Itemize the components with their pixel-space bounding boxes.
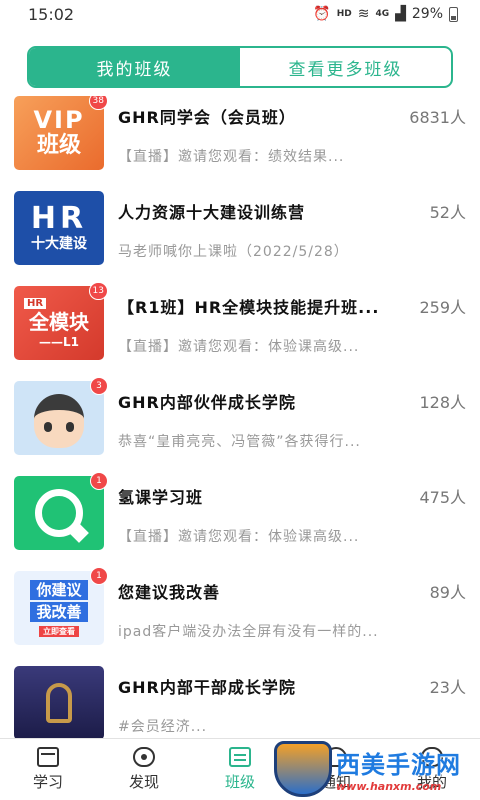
unread-badge: 3 [90, 377, 108, 395]
tab-classes[interactable]: 班级 [192, 739, 288, 800]
hd-icon: HD [336, 9, 352, 19]
thumb-text: 全模块 [29, 309, 89, 334]
list-item[interactable]: 你建议 我改善 立即查看 1 您建议我改善 89人 ipad客户端没办法全屏有没… [0, 567, 480, 666]
tab-label: 通知 [320, 773, 351, 791]
member-count: 475人 [419, 488, 466, 507]
list-item[interactable]: HR 十大建设 人力资源十大建设训练营 52人 马老师喊你上课啦（2022/5/… [0, 191, 480, 286]
class-title: GHR内部干部成长学院 [118, 678, 296, 697]
unread-badge: 13 [88, 282, 108, 300]
thumb-text: 立即查看 [39, 626, 79, 637]
thumb-text: 我改善 [30, 602, 88, 622]
list-item[interactable]: 1 氢课学习班 475人 【直播】邀请您观看：体验课高级... [0, 472, 480, 571]
class-title: GHR同学会（会员班） [118, 108, 296, 127]
tab-label: 发现 [128, 773, 159, 791]
class-thumbnail: 1 [14, 472, 108, 550]
compass-icon [133, 747, 155, 767]
list-item[interactable]: VIP 班级 38 GHR同学会（会员班） 6831人 【直播】邀请您观看：绩效… [0, 96, 480, 191]
thumb-text: 班级 [36, 133, 81, 158]
tab-discover[interactable]: 发现 [96, 739, 192, 800]
tab-more-classes[interactable]: 查看更多班级 [240, 48, 451, 86]
unread-badge: 1 [90, 567, 108, 585]
member-count: 128人 [419, 393, 466, 412]
class-thumbnail: VIP 班级 38 [14, 96, 108, 170]
class-list: VIP 班级 38 GHR同学会（会员班） 6831人 【直播】邀请您观看：绩效… [0, 96, 480, 738]
tab-learn[interactable]: 学习 [0, 739, 96, 800]
tab-mine[interactable]: 我的 [384, 739, 480, 800]
chat-bubble-icon [35, 489, 83, 537]
class-thumbnail: 3 [14, 377, 108, 455]
class-title: GHR内部伙伴成长学院 [118, 393, 296, 412]
unread-badge: 38 [88, 96, 108, 110]
tab-my-classes[interactable]: 我的班级 [29, 48, 240, 86]
latest-message: 【直播】邀请您观看：体验课高级... [118, 529, 360, 545]
latest-message: 【直播】邀请您观看：体验课高级... [118, 339, 360, 355]
class-thumbnail: 你建议 我改善 立即查看 1 [14, 567, 108, 645]
bottom-tab-bar: 学习 发现 班级 通知 我的 [0, 738, 480, 800]
thumb-text: HR [30, 201, 88, 236]
battery-percent: 29% [411, 6, 443, 22]
tab-label: 我的 [416, 773, 447, 791]
class-segment-control: 我的班级 查看更多班级 [27, 46, 453, 88]
list-item[interactable]: 3 GHR内部伙伴成长学院 128人 恭喜“皇甫亮亮、冯管薇”各获得行... [0, 377, 480, 476]
latest-message: 【直播】邀请您观看：绩效结果... [118, 149, 345, 165]
cartoon-avatar-icon [34, 394, 84, 448]
alarm-icon: ⏰ [313, 6, 331, 22]
member-count: 23人 [429, 678, 466, 697]
trophy-icon [46, 683, 72, 723]
unread-badge: 1 [90, 472, 108, 490]
class-thumbnail: HR 十大建设 [14, 191, 104, 265]
latest-message: ipad客户端没办法全屏有没有一样的... [118, 624, 379, 640]
wifi-icon: ≋ [357, 6, 370, 22]
status-time: 15:02 [28, 4, 75, 24]
member-count: 52人 [429, 203, 466, 222]
thumb-text: VIP [33, 106, 85, 134]
network-label: 4G [375, 9, 390, 19]
class-thumbnail [14, 666, 104, 738]
thumb-text: ——L1 [39, 334, 79, 349]
member-count: 259人 [419, 298, 466, 317]
status-icons: ⏰ HD ≋ 4G ▟ 29% [313, 6, 458, 22]
list-item[interactable]: HR 全模块 ——L1 13 【R1班】HR全模块技能提升班... 259人 【… [0, 282, 480, 381]
tab-notify[interactable]: 通知 [288, 739, 384, 800]
member-count: 89人 [429, 583, 466, 602]
latest-message: #会员经济... [118, 719, 208, 735]
class-title: 氢课学习班 [118, 488, 204, 507]
thumb-text: 十大建设 [31, 236, 87, 252]
class-icon [229, 747, 251, 767]
member-count: 6831人 [409, 108, 466, 127]
class-title: 【R1班】HR全模块技能提升班... [118, 298, 380, 317]
class-title: 您建议我改善 [118, 583, 221, 602]
thumb-text: 你建议 [30, 580, 88, 600]
signal-icon: ▟ [395, 6, 406, 22]
latest-message: 马老师喊你上课啦（2022/5/28） [118, 244, 349, 260]
tab-label: 班级 [224, 773, 255, 791]
tab-label: 学习 [32, 773, 63, 791]
list-item[interactable]: GHR内部干部成长学院 23人 #会员经济... [0, 666, 480, 738]
book-icon [37, 747, 59, 767]
class-thumbnail: HR 全模块 ——L1 13 [14, 282, 108, 360]
thumb-text: HR [24, 297, 47, 309]
status-bar: 15:02 ⏰ HD ≋ 4G ▟ 29% [0, 0, 480, 28]
battery-icon [449, 6, 458, 22]
person-icon [421, 747, 443, 767]
class-title: 人力资源十大建设训练营 [118, 203, 306, 222]
bell-icon [325, 747, 347, 767]
latest-message: 恭喜“皇甫亮亮、冯管薇”各获得行... [118, 434, 361, 450]
